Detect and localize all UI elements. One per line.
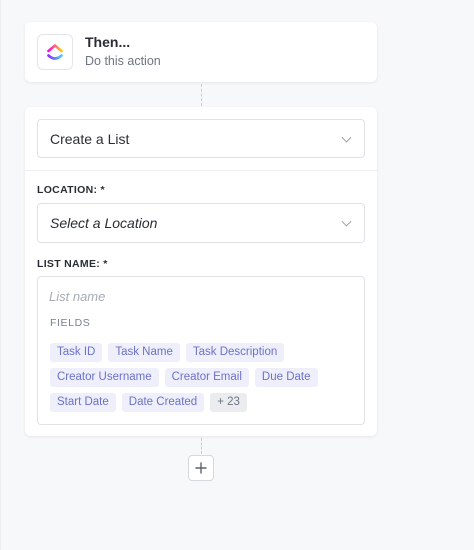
location-label: LOCATION: *: [37, 184, 105, 196]
field-chip-creator-username[interactable]: Creator Username: [50, 368, 159, 387]
location-select[interactable]: Select a Location: [37, 203, 365, 243]
fields-chip-row: Start Date Date Created + 23: [50, 393, 247, 412]
workflow-canvas: Then... Do this action Create a List LOC…: [0, 0, 474, 550]
then-step-card[interactable]: Then... Do this action: [25, 22, 377, 82]
step-connector: [201, 438, 202, 454]
clickup-logo-icon: [37, 34, 73, 70]
action-config-card: Create a List LOCATION: * Select a Locat…: [25, 107, 377, 436]
fields-chip-row: Task ID Task Name Task Description: [50, 343, 285, 362]
then-step-title: Then...: [85, 34, 131, 50]
more-fields-chip[interactable]: + 23: [210, 393, 247, 412]
field-chip-due-date[interactable]: Due Date: [254, 368, 318, 387]
card-divider: [25, 170, 377, 171]
chevron-down-icon: [341, 132, 352, 143]
fields-chip-row: Creator Username Creator Email Due Date: [50, 368, 318, 387]
list-name-input[interactable]: [49, 289, 349, 304]
field-chip-task-name[interactable]: Task Name: [108, 343, 180, 362]
list-name-label: LIST NAME: *: [37, 258, 108, 270]
action-select-value: Create a List: [50, 130, 130, 147]
step-connector: [201, 84, 202, 106]
location-select-placeholder: Select a Location: [50, 215, 158, 231]
add-step-button[interactable]: [188, 455, 214, 481]
chevron-down-icon: [341, 216, 352, 227]
then-step-subtitle: Do this action: [85, 54, 161, 68]
list-name-field[interactable]: FIELDS Task ID Task Name Task Descriptio…: [37, 276, 365, 425]
fields-heading: FIELDS: [50, 317, 91, 329]
field-chip-task-id[interactable]: Task ID: [50, 343, 103, 362]
plus-icon: [195, 462, 207, 474]
field-chip-creator-email[interactable]: Creator Email: [164, 368, 249, 387]
field-chip-date-created[interactable]: Date Created: [121, 393, 205, 412]
action-select[interactable]: Create a List: [37, 119, 365, 158]
field-chip-task-description[interactable]: Task Description: [185, 343, 285, 362]
field-chip-start-date[interactable]: Start Date: [50, 393, 116, 412]
